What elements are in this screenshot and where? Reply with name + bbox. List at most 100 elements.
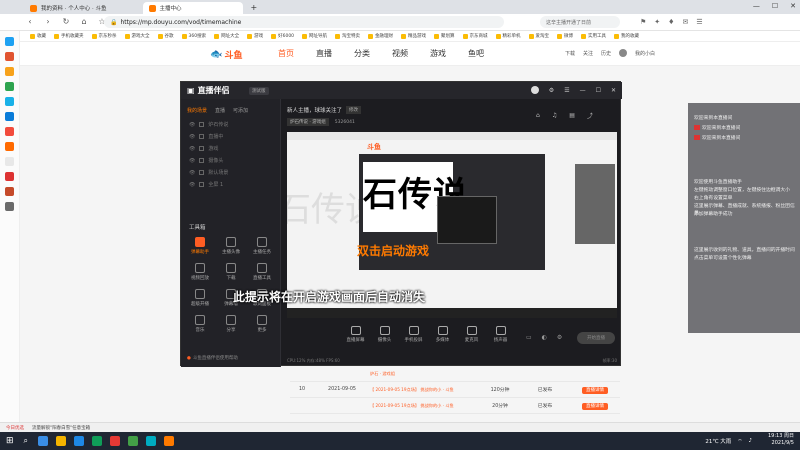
detail-button[interactable]: 直播详情 xyxy=(582,402,608,410)
eye-icon[interactable]: 👁 xyxy=(189,158,195,164)
bookmark-item[interactable]: 实用工具 xyxy=(581,33,606,39)
clock[interactable]: 19:13 周日 2021/9/5 xyxy=(768,433,794,447)
filter-icon[interactable]: ◐ xyxy=(542,334,547,341)
maximize-icon[interactable]: ☐ xyxy=(772,2,778,10)
sidebar-app-icon[interactable] xyxy=(5,97,14,106)
sidebar-app-icon[interactable] xyxy=(5,37,14,46)
refresh-icon[interactable]: ↻ xyxy=(60,17,72,26)
checkbox[interactable] xyxy=(199,170,205,175)
extension-icon[interactable]: ☰ xyxy=(696,18,702,26)
nav-item[interactable]: 分类 xyxy=(354,48,370,59)
scene-item[interactable]: 👁 直播中 xyxy=(189,133,223,141)
taskbar-app-icon[interactable] xyxy=(92,436,103,446)
bookmark-item[interactable]: 网址导航 xyxy=(302,33,327,39)
tool-item[interactable]: 视频回放 xyxy=(187,263,213,281)
gear-icon[interactable]: ⚙ xyxy=(557,334,562,341)
bookmark-item[interactable]: 我的收藏 xyxy=(614,33,639,39)
taskbar-app-icon[interactable] xyxy=(38,436,49,446)
bookmark-item[interactable]: 精品游戏 xyxy=(401,33,426,39)
music-icon[interactable]: ♫ xyxy=(552,112,557,119)
scene-tab[interactable]: 我的场景 xyxy=(187,107,207,114)
taskbar-app-icon[interactable] xyxy=(56,436,67,446)
checkbox[interactable] xyxy=(199,134,205,139)
scene-tab[interactable]: 直播 xyxy=(215,107,225,114)
bookmark-item[interactable]: 聚划算 xyxy=(434,33,455,39)
minimize-icon[interactable]: — xyxy=(753,2,760,10)
scene-item[interactable]: 👁 默认场景 xyxy=(189,169,228,177)
nav-item[interactable]: 游戏 xyxy=(430,48,446,59)
sidebar-app-icon[interactable] xyxy=(5,202,14,211)
sidebar-app-icon[interactable] xyxy=(5,52,14,61)
tool-item[interactable]: 主播任务 xyxy=(249,237,275,255)
detail-button[interactable]: 直播详情 xyxy=(582,386,608,394)
nav-item[interactable]: 首页 xyxy=(278,48,294,59)
url-field[interactable]: 🔒 https://mp.douyu.com/vod/timemachine xyxy=(104,16,504,28)
new-tab-icon[interactable]: + xyxy=(251,3,258,12)
tool-item[interactable]: 弹幕助手 xyxy=(187,237,213,255)
username[interactable]: 我的小白 xyxy=(635,50,655,57)
category-select[interactable]: 炉石传说 · 游戏组 xyxy=(287,118,329,126)
avatar[interactable] xyxy=(619,49,628,57)
video-title-link[interactable]: 【 2021-09-05 19点场】 挑战你的小 · 斗鱼 xyxy=(370,387,480,393)
tool-item[interactable]: 下载 xyxy=(218,263,244,281)
tool-item[interactable]: 直播工具 xyxy=(249,263,275,281)
extension-icon[interactable]: ✉ xyxy=(682,18,688,26)
source-button[interactable]: 多媒体 xyxy=(428,326,457,343)
bookmark-item[interactable]: 精彩单机 xyxy=(495,33,521,39)
scene-item[interactable]: 👁 摄像头 xyxy=(189,157,223,165)
bookmark-item[interactable]: 金融理财 xyxy=(368,33,393,39)
checkbox[interactable] xyxy=(199,122,205,127)
taskbar-app-icon[interactable] xyxy=(146,436,157,446)
source-button[interactable]: 扬声器 xyxy=(486,326,515,343)
follow-link[interactable]: 关注 xyxy=(583,50,593,57)
bookmark-item[interactable]: 京东商城 xyxy=(462,33,488,39)
network-icon[interactable]: ⌔ xyxy=(737,438,742,445)
eye-icon[interactable]: 👁 xyxy=(189,170,195,176)
extension-icon[interactable]: ⚑ xyxy=(640,18,646,26)
go-live-button[interactable]: 开始直播 xyxy=(577,332,615,344)
sidebar-app-icon[interactable] xyxy=(5,142,14,151)
edit-title-button[interactable]: 修改 xyxy=(346,106,362,114)
history-link[interactable]: 历史 xyxy=(601,50,611,57)
help-hint[interactable]: ● 斗鱼直播伴侣使用帮助 xyxy=(187,355,238,362)
bookmark-item[interactable]: 爱淘宝 xyxy=(528,33,549,39)
volume-icon[interactable]: ♪ xyxy=(748,438,752,444)
bookmark-item[interactable]: 收藏 xyxy=(30,33,46,39)
checkbox[interactable] xyxy=(199,146,205,151)
bookmark-item[interactable]: 好6000 xyxy=(271,33,294,39)
status-text[interactable]: 流量解锁"阳春白雪"任意宝箱 xyxy=(32,425,90,431)
scene-item[interactable]: 👁 全屏 1 xyxy=(189,181,223,189)
forward-icon[interactable]: › xyxy=(42,17,54,26)
bookmark-item[interactable]: 谷歌 xyxy=(157,33,174,39)
sidebar-app-icon[interactable] xyxy=(5,82,14,91)
eye-icon[interactable]: 👁 xyxy=(189,146,195,152)
eye-icon[interactable]: 👁 xyxy=(189,182,195,188)
nav-item[interactable]: 直播 xyxy=(316,48,332,59)
scene-item[interactable]: 👁 游戏 xyxy=(189,145,218,153)
eye-icon[interactable]: 👁 xyxy=(189,122,195,128)
browser-search[interactable]: 这辛主播开通了日前 xyxy=(540,16,620,28)
scene-item[interactable]: 👁 炉石传说 xyxy=(189,121,228,129)
source-button[interactable]: 直播屏幕 xyxy=(341,326,370,343)
close-icon[interactable]: ✕ xyxy=(611,87,616,94)
tool-item[interactable]: 主播头像 xyxy=(218,237,244,255)
sidebar-app-icon[interactable] xyxy=(5,67,14,76)
bookmark-item[interactable]: 微博 xyxy=(557,33,573,39)
taskbar-app-icon[interactable] xyxy=(74,436,85,446)
extension-icon[interactable]: ♦ xyxy=(668,18,674,26)
bookmark-item[interactable]: 淘宝特卖 xyxy=(335,33,360,39)
sidebar-app-icon[interactable] xyxy=(5,112,14,121)
settings-icon[interactable]: ⚙ xyxy=(549,87,554,94)
tool-item[interactable]: 分享 xyxy=(218,315,244,333)
sidebar-app-icon[interactable] xyxy=(5,157,14,166)
home-icon[interactable]: ⌂ xyxy=(536,112,540,119)
browser-tab-1[interactable]: 我的资料 · 个人中心 · 斗鱼 xyxy=(24,2,113,14)
video-title-link[interactable]: 炉石 · 游戏组 xyxy=(370,371,480,377)
windows-start-icon[interactable]: ⊞ xyxy=(6,436,14,446)
sidebar-app-icon[interactable] xyxy=(5,187,14,196)
video-title-link[interactable]: 【 2021-09-05 19点场】 挑战你的小 · 斗鱼 xyxy=(370,403,480,409)
scene-tab[interactable]: 可添加 xyxy=(233,107,248,114)
search-icon[interactable]: ⌕ xyxy=(24,436,28,446)
extension-icon[interactable]: ✦ xyxy=(654,18,660,26)
home-icon[interactable]: ⌂ xyxy=(78,17,90,26)
